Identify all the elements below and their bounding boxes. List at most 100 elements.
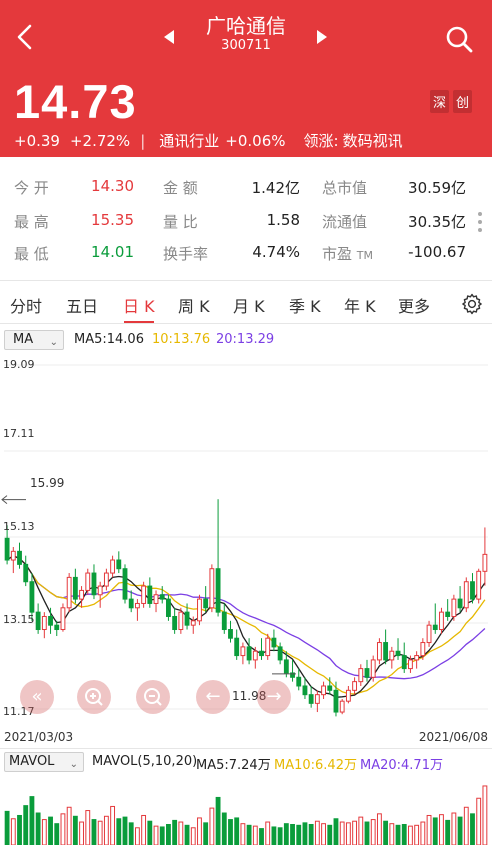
- candle-body: [432, 624, 438, 631]
- open-label: 今 开: [14, 179, 49, 197]
- volume-bar: [41, 819, 47, 845]
- ma5-value: MA5:14.06: [74, 332, 144, 347]
- zoom-in-icon[interactable]: [77, 680, 111, 714]
- divider: [0, 748, 492, 749]
- volume-bar: [54, 823, 60, 845]
- candle-body: [97, 585, 103, 596]
- scroll-left-icon[interactable]: ←: [196, 680, 230, 714]
- candle-body: [482, 553, 488, 572]
- candle-body: [4, 537, 10, 561]
- tab-more[interactable]: 更多: [398, 293, 430, 317]
- volume-bar: [252, 825, 258, 845]
- candle-body: [252, 650, 258, 661]
- volume-bar: [420, 821, 426, 845]
- volume-bar: [215, 796, 221, 845]
- volume-bar: [10, 818, 16, 845]
- candle-body: [451, 598, 457, 617]
- volume-bar: [308, 823, 314, 845]
- volume-chart[interactable]: [0, 778, 492, 845]
- tab-daily-k[interactable]: 日 K: [123, 293, 155, 317]
- volume-bar: [345, 822, 351, 845]
- candle-body: [54, 624, 60, 631]
- ma-selector[interactable]: MA ⌄: [4, 330, 64, 350]
- volume-bar: [482, 785, 488, 845]
- candle-body: [296, 676, 302, 687]
- volume-bar: [234, 817, 240, 845]
- next-stock-icon[interactable]: [314, 28, 330, 46]
- more-stats-icon[interactable]: [478, 208, 484, 236]
- volume-bar: [159, 826, 165, 845]
- candle-body: [228, 629, 233, 639]
- candle-body: [283, 659, 289, 674]
- kline-chart[interactable]: 19.09 17.11 15.13 13.15 11.17 15.99 11.9…: [0, 355, 492, 725]
- mavol-label: MAVOL(5,10,20): [92, 754, 198, 769]
- candle-body: [401, 655, 407, 670]
- vol-selector-label: MAVOL: [9, 754, 55, 769]
- candle-body: [110, 559, 116, 574]
- separator: |: [140, 131, 146, 150]
- volume-svg: [4, 785, 488, 845]
- tab-monthly-k[interactable]: 月 K: [233, 293, 265, 317]
- vol-ma20-value: MA20:4.71万: [360, 758, 443, 773]
- stats-row-2: 最 高 15.35 量 比 1.58 流通值 30.35亿: [0, 211, 492, 241]
- volume-bar: [470, 813, 475, 845]
- volume-bar: [48, 816, 53, 845]
- candle-body: [439, 611, 444, 631]
- high-value: 15.35: [91, 211, 134, 229]
- rewind-icon[interactable]: «: [20, 680, 54, 714]
- volume-indicator-selector[interactable]: MAVOL ⌄: [4, 752, 84, 772]
- volume-bar: [327, 824, 333, 845]
- turnover-label: 换手率: [163, 245, 209, 263]
- candle-body: [122, 568, 128, 600]
- tab-intraday[interactable]: 分时: [10, 293, 42, 317]
- volume-bar: [283, 823, 289, 845]
- candle-body: [234, 637, 240, 657]
- zoom-out-icon[interactable]: [136, 680, 170, 714]
- candle-body: [302, 685, 308, 696]
- leader-stock[interactable]: 数码视讯: [343, 130, 403, 151]
- candle-body: [265, 637, 271, 657]
- candle-body: [172, 615, 178, 631]
- volume-bar: [66, 806, 72, 845]
- volume-bar: [364, 821, 370, 845]
- candle-body: [79, 589, 84, 600]
- candle-body: [178, 611, 184, 631]
- tab-five-day[interactable]: 五日: [66, 293, 98, 317]
- high-label: 最 高: [14, 213, 49, 231]
- volume-bar: [395, 824, 401, 845]
- leader-label: 领涨:: [303, 132, 339, 150]
- volume-bar: [153, 825, 159, 845]
- tab-weekly-k[interactable]: 周 K: [178, 293, 210, 317]
- candle-body: [141, 585, 147, 604]
- ma-selector-label: MA: [13, 332, 34, 347]
- candle-body: [383, 642, 389, 661]
- volume-bar: [134, 827, 140, 845]
- search-icon[interactable]: [444, 24, 474, 54]
- gear-icon[interactable]: [460, 292, 484, 316]
- volume-bar: [246, 824, 252, 845]
- y-axis-label: 19.09: [3, 358, 35, 371]
- candle-body: [147, 585, 153, 604]
- volume-bar: [333, 818, 339, 845]
- tab-quarterly-k[interactable]: 季 K: [289, 293, 321, 317]
- tab-yearly-k[interactable]: 年 K: [344, 293, 376, 317]
- low-value: 14.01: [91, 243, 134, 261]
- candle-body: [246, 646, 252, 661]
- candle-body: [184, 611, 190, 626]
- volume-bar: [29, 796, 35, 845]
- volume-bar: [339, 821, 345, 845]
- volume-bar: [296, 824, 302, 845]
- pe-label-text: 市盈: [322, 245, 353, 263]
- volume-bar: [271, 826, 277, 845]
- industry-name[interactable]: 通讯行业: [159, 130, 219, 151]
- candle-body: [17, 550, 22, 565]
- vol-ma5-value: MA5:7.24万: [196, 758, 271, 773]
- pe-label-sub: TM: [356, 249, 374, 262]
- scroll-right-icon[interactable]: →: [257, 680, 291, 714]
- candle-body: [209, 568, 215, 609]
- candle-body: [221, 611, 227, 631]
- volume-bar: [321, 823, 326, 845]
- ma10-line: [6, 554, 486, 695]
- candle-body: [327, 685, 333, 691]
- candle-body: [215, 568, 221, 613]
